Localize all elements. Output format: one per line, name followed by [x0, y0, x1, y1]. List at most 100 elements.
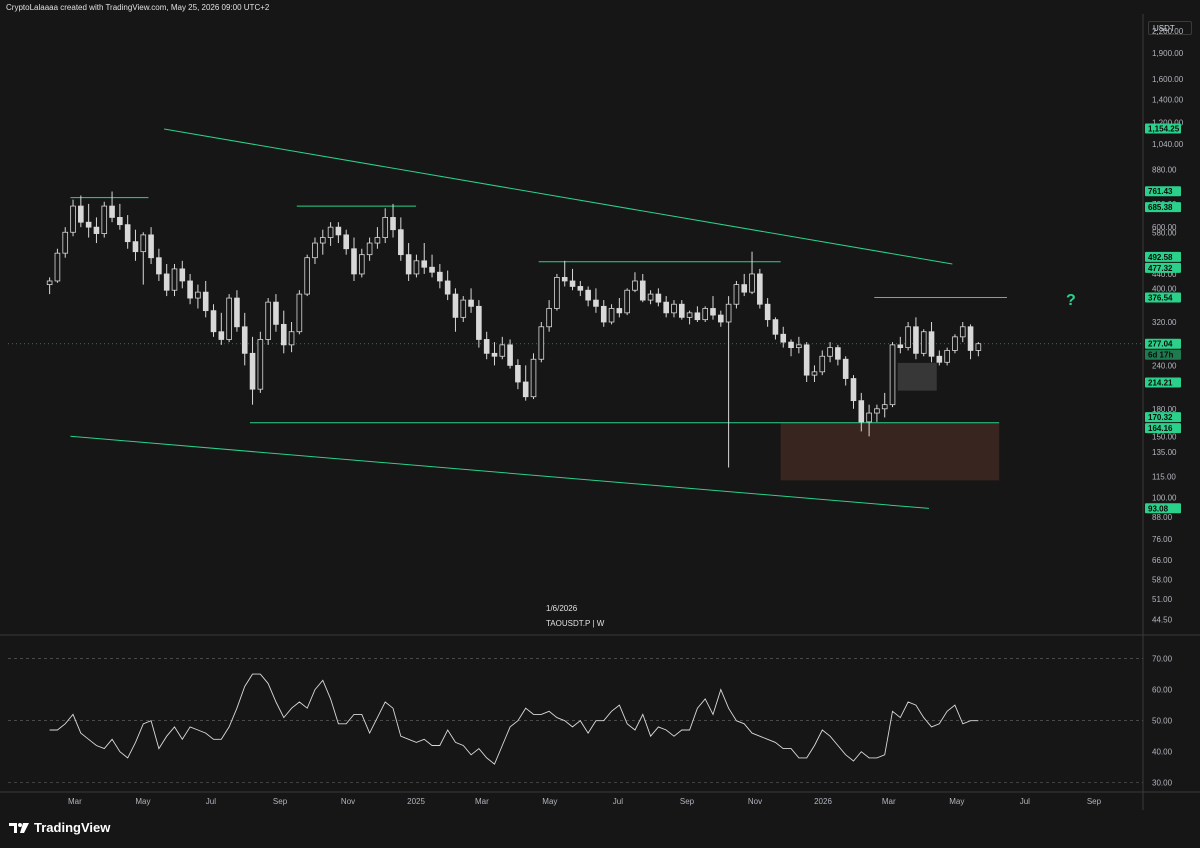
price-badge-label: 6d 17h [1148, 351, 1173, 360]
candle [413, 254, 420, 278]
candle [304, 254, 310, 297]
candle-body [195, 291, 201, 299]
candle [663, 296, 669, 318]
candle [109, 191, 115, 223]
price-tick-label: 135.00 [1152, 448, 1177, 457]
candle [390, 203, 396, 238]
candle [226, 294, 232, 343]
candle [359, 248, 365, 278]
candle-body [171, 268, 178, 291]
candle-body [842, 358, 849, 379]
time-tick-label: Sep [1087, 797, 1102, 806]
price-badge-label: 376.54 [1148, 293, 1173, 302]
candle-body [288, 331, 295, 346]
candle [842, 356, 849, 386]
price-tick-label: 88.00 [1152, 513, 1173, 522]
candle [975, 342, 982, 357]
candle [187, 273, 193, 305]
candle [905, 321, 911, 351]
candle-body [725, 303, 732, 323]
candle [764, 298, 771, 327]
candle-body [936, 355, 943, 363]
candle-body [671, 303, 677, 314]
candle [967, 324, 974, 360]
candle [140, 232, 147, 285]
candle [538, 321, 545, 363]
time-tick-label: Jul [613, 797, 623, 806]
candle-body [866, 412, 872, 423]
candle [733, 280, 740, 309]
candle [171, 263, 178, 297]
candle-body [296, 293, 303, 333]
time-tick-label: Nov [341, 797, 355, 806]
candle [702, 306, 709, 322]
candle-body [413, 260, 420, 275]
candle [296, 290, 303, 335]
candle [600, 300, 607, 327]
candle-body [460, 299, 467, 318]
candle-body [234, 297, 240, 328]
candle [522, 365, 529, 401]
candle-body [124, 224, 131, 243]
price-badge-label: 761.43 [1148, 187, 1173, 196]
candle-body [959, 326, 966, 338]
candle-body [78, 205, 84, 223]
candle [195, 284, 201, 309]
price-tick-label: 76.00 [1152, 535, 1173, 544]
rsi-line [49, 673, 979, 765]
candle-body [764, 303, 771, 321]
price-tick-label: 100.00 [1152, 493, 1177, 502]
candle [234, 290, 240, 332]
candle-body [780, 333, 787, 343]
candle-body [835, 347, 841, 360]
candle [881, 392, 888, 418]
candle-body [483, 339, 490, 354]
candle [117, 203, 123, 230]
chart-borders [0, 14, 1200, 810]
question-annotation: ? [1066, 292, 1076, 309]
price-tick-label: 115.00 [1152, 472, 1176, 481]
candle-body [585, 289, 591, 301]
candle-body [351, 248, 357, 275]
candle [827, 342, 833, 363]
price-tick-label: 44.50 [1152, 616, 1173, 625]
candle-body [343, 234, 349, 250]
candle [897, 336, 904, 354]
candle [218, 312, 225, 345]
time-tick-label: Sep [273, 797, 288, 806]
candle-body [93, 226, 100, 234]
candle [202, 280, 209, 318]
zone-zone [780, 422, 1000, 481]
candle-body [663, 301, 669, 314]
candle [772, 317, 779, 340]
candle [351, 237, 357, 281]
candle-body [163, 273, 170, 291]
candle-body [257, 339, 264, 390]
price-chart[interactable]: 2,200.001,900.001,600.001,400.001,200.00… [0, 0, 1200, 848]
price-tick-label: 1,900.00 [1152, 49, 1184, 58]
price-tick-label: 880.00 [1152, 165, 1177, 174]
candle-body [952, 336, 958, 351]
candle [608, 304, 615, 325]
candle [273, 294, 279, 332]
candle [546, 300, 552, 332]
candle [366, 237, 373, 261]
price-badge-label: 164.16 [1148, 424, 1173, 433]
candle-body [749, 273, 755, 293]
candle-body [70, 205, 76, 233]
candle-body [265, 301, 271, 340]
candle-body [398, 229, 404, 256]
candle-body [772, 319, 779, 335]
candle [335, 222, 342, 244]
rsi-tick-label: 50.00 [1152, 717, 1173, 726]
candle [811, 365, 818, 382]
time-tick-label: 2025 [407, 797, 425, 806]
tradingview-logo-text: TradingView [34, 820, 111, 835]
candle [585, 286, 591, 307]
time-tick-label: May [135, 797, 150, 806]
candle-body [382, 217, 389, 238]
candle [460, 296, 467, 322]
candle-body [561, 277, 568, 282]
candle [803, 342, 810, 382]
price-badge-label: 477.32 [1148, 264, 1173, 273]
